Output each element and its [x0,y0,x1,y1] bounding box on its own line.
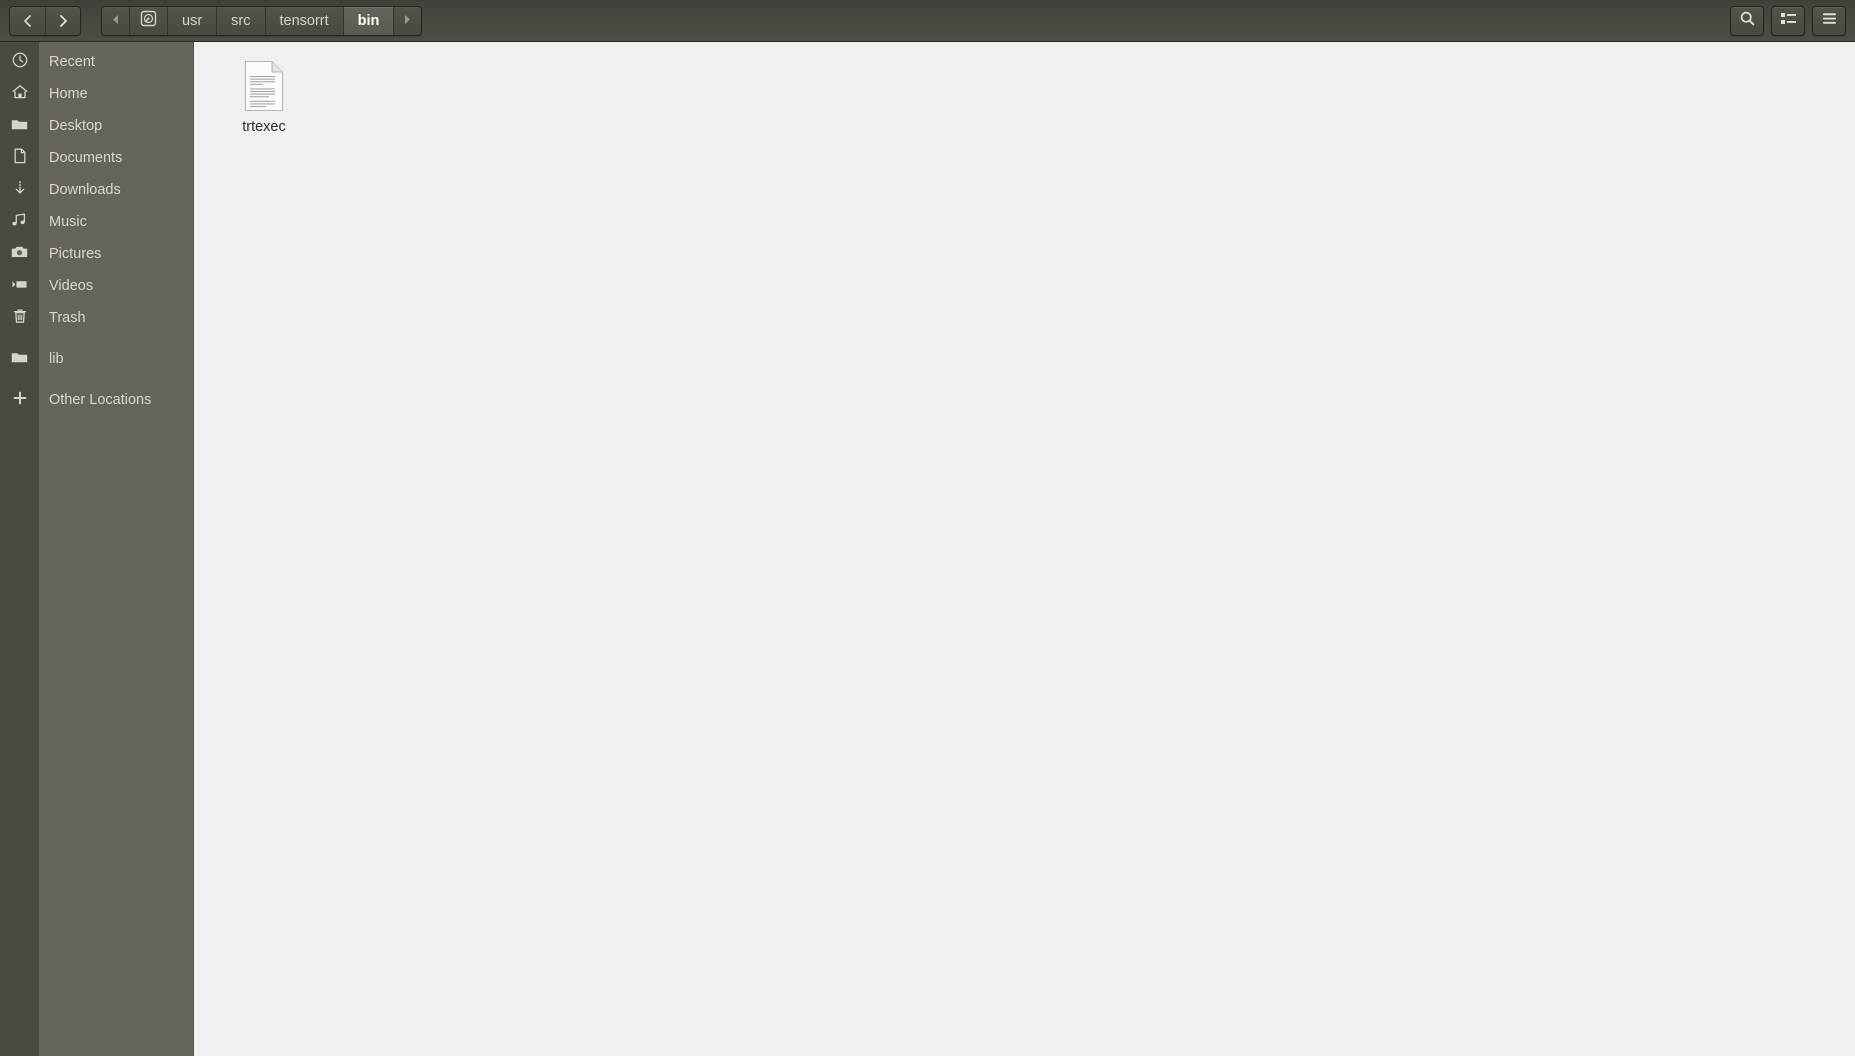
sidebar-item-label: Music [49,214,87,230]
music-note-icon [10,211,29,234]
breadcrumb-item-usr[interactable]: usr [168,6,218,35]
rail-separator [0,334,39,343]
breadcrumb-item-tensorrt[interactable]: tensorrt [265,6,344,35]
rail-icon-pictures[interactable] [0,238,39,270]
places-icon-rail [0,42,39,1056]
text-file-icon [243,60,285,117]
breadcrumb-root-filesystem[interactable] [130,6,168,35]
sidebar-item-home[interactable]: Home [39,78,193,110]
rail-icon-lib[interactable] [0,343,39,375]
rail-icon-downloads[interactable] [0,174,39,206]
list-view-icon [1780,11,1797,31]
clock-icon [11,51,29,74]
breadcrumb-item-src[interactable]: src [217,6,266,35]
document-icon [11,147,29,170]
search-button[interactable] [1730,5,1764,36]
camera-icon [10,243,29,266]
house-icon [11,83,29,106]
chevron-right-icon [55,13,71,29]
sidebar-item-label: Desktop [49,118,103,134]
path-bar: usr src tensorrt bin [101,5,423,36]
sidebar-item-videos[interactable]: Videos [39,270,193,302]
sidebar-item-label: Pictures [49,246,102,262]
sidebar-separator-2 [39,375,193,384]
triangle-left-icon [111,13,120,29]
triangle-right-icon [403,13,412,29]
breadcrumb: usr src tensorrt bin [101,5,423,36]
sidebar-item-label: Documents [49,150,123,166]
video-camera-icon [10,275,29,298]
folder-icon [10,115,29,138]
path-scroll-right-button[interactable] [394,6,422,35]
download-arrow-icon [11,179,29,202]
path-scroll-left-button[interactable] [102,6,130,35]
sidebar-item-label: lib [49,351,64,367]
sidebar-item-label: Downloads [49,182,121,198]
sidebar-item-lib[interactable]: lib [39,343,193,375]
rail-icon-music[interactable] [0,206,39,238]
sidebar-item-trash[interactable]: Trash [39,302,193,334]
sidebar-item-label: Other Locations [49,392,152,408]
back-button[interactable] [10,6,45,35]
header-bar: usr src tensorrt bin [0,0,1855,42]
header-actions [1730,5,1846,36]
rail-icon-desktop[interactable] [0,110,39,142]
sidebar-separator [39,334,193,343]
sidebar-item-label: Recent [49,54,95,70]
rail-icon-recent[interactable] [0,46,39,78]
file-name-label: trtexec [242,119,286,135]
places-sidebar: Recent Home Desktop Documents Downloads … [39,42,194,1056]
file-icon-wrapper [243,60,285,112]
sidebar-item-desktop[interactable]: Desktop [39,110,193,142]
folder-icon [10,348,29,371]
navigation-controls [9,5,81,36]
rail-icon-other-locations[interactable] [0,384,39,416]
main-menu-button[interactable] [1812,5,1846,36]
sidebar-item-label: Home [49,86,88,102]
rail-icon-videos[interactable] [0,270,39,302]
file-item-trtexec[interactable]: trtexec [218,56,310,142]
rail-separator-2 [0,375,39,384]
sidebar-item-music[interactable]: Music [39,206,193,238]
trash-can-icon [11,307,29,330]
sidebar-item-label: Videos [49,278,94,294]
file-grid: trtexec [218,56,1855,142]
plus-icon [11,389,29,412]
hamburger-menu-icon [1821,11,1838,31]
sidebar-item-documents[interactable]: Documents [39,142,193,174]
window-body: Recent Home Desktop Documents Downloads … [0,42,1855,1056]
forward-button[interactable] [45,6,80,35]
file-view[interactable]: trtexec [194,42,1855,1056]
sidebar-item-other-locations[interactable]: Other Locations [39,384,193,416]
rail-icon-home[interactable] [0,78,39,110]
hard-disk-icon [140,10,157,31]
chevron-left-icon [20,13,36,29]
view-options-button[interactable] [1771,5,1805,36]
rail-icon-trash[interactable] [0,302,39,334]
rail-icon-documents[interactable] [0,142,39,174]
breadcrumb-item-bin[interactable]: bin [343,6,395,35]
sidebar-item-label: Trash [49,310,86,326]
sidebar-item-recent[interactable]: Recent [39,46,193,78]
back-forward-group [9,5,81,36]
search-icon [1739,10,1756,32]
file-manager-window: usr src tensorrt bin Recent Home Desktop… [0,0,1855,1056]
sidebar-item-pictures[interactable]: Pictures [39,238,193,270]
sidebar-item-downloads[interactable]: Downloads [39,174,193,206]
